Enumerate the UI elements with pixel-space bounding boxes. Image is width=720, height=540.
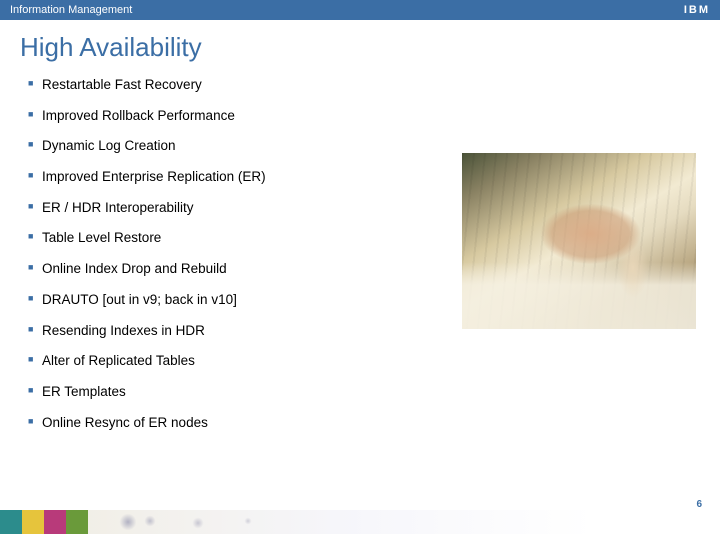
list-item: Online Resync of ER nodes: [28, 415, 700, 431]
color-block-magenta: [44, 510, 66, 534]
footer-color-blocks: [0, 510, 88, 534]
list-item: Restartable Fast Recovery: [28, 77, 700, 93]
footer-gradient-strip: [88, 510, 720, 534]
topbar-title: Information Management: [10, 4, 132, 16]
list-item: ER Templates: [28, 384, 700, 400]
ibm-logo-text: IBM: [684, 4, 710, 16]
title-area: High Availability: [0, 20, 720, 71]
footer-strip: [0, 510, 720, 534]
color-block-yellow: [22, 510, 44, 534]
content-area: Restartable Fast Recovery Improved Rollb…: [0, 71, 720, 540]
color-block-teal: [0, 510, 22, 534]
list-item: Alter of Replicated Tables: [28, 353, 700, 369]
topbar: Information Management IBM: [0, 0, 720, 20]
ibm-logo: IBM: [684, 4, 710, 16]
slide-title: High Availability: [20, 32, 700, 63]
page-number: 6: [696, 499, 702, 510]
color-block-green: [66, 510, 88, 534]
list-item: Improved Rollback Performance: [28, 108, 700, 124]
hand-keyboard-image: [462, 153, 696, 329]
slide: Information Management IBM High Availabi…: [0, 0, 720, 540]
